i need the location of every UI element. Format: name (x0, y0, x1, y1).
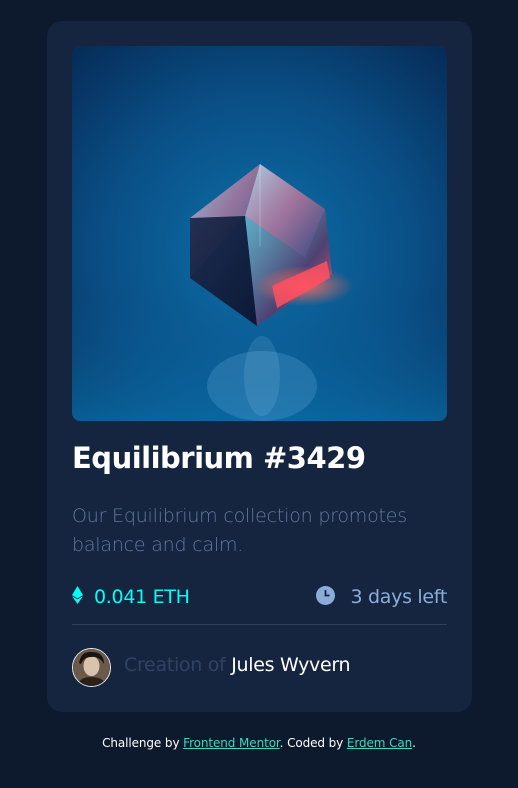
price-info: 0.041 ETH (72, 583, 190, 611)
creator-avatar (72, 648, 111, 687)
attribution: Challenge by Frontend Mentor. Coded by E… (0, 736, 518, 750)
time-left-value: 3 days left (350, 586, 448, 608)
crystal-cube-image (72, 46, 447, 421)
author-link[interactable]: Erdem Can (347, 736, 412, 750)
creator-line: Creation of Jules Wyvern (124, 654, 351, 676)
nft-description: Our Equilibrium collection promotes bala… (72, 505, 407, 556)
nft-title[interactable]: Equilibrium #3429 (72, 441, 366, 475)
attribution-prefix: Challenge by (102, 736, 184, 750)
creator-prefix: Creation of (124, 654, 232, 676)
frontend-mentor-link[interactable]: Frontend Mentor (183, 736, 280, 750)
attribution-suffix: . (412, 736, 416, 750)
divider (72, 624, 447, 625)
nft-image[interactable] (72, 46, 447, 421)
price-value: 0.041 ETH (94, 586, 190, 608)
ethereum-icon (72, 586, 83, 608)
attribution-middle: . Coded by (279, 736, 347, 750)
clock-icon (315, 585, 335, 609)
time-info: 3 days left (315, 583, 448, 611)
creator-name-link[interactable]: Jules Wyvern (231, 654, 350, 676)
nft-card: Equilibrium #3429 Our Equilibrium collec… (47, 21, 472, 712)
